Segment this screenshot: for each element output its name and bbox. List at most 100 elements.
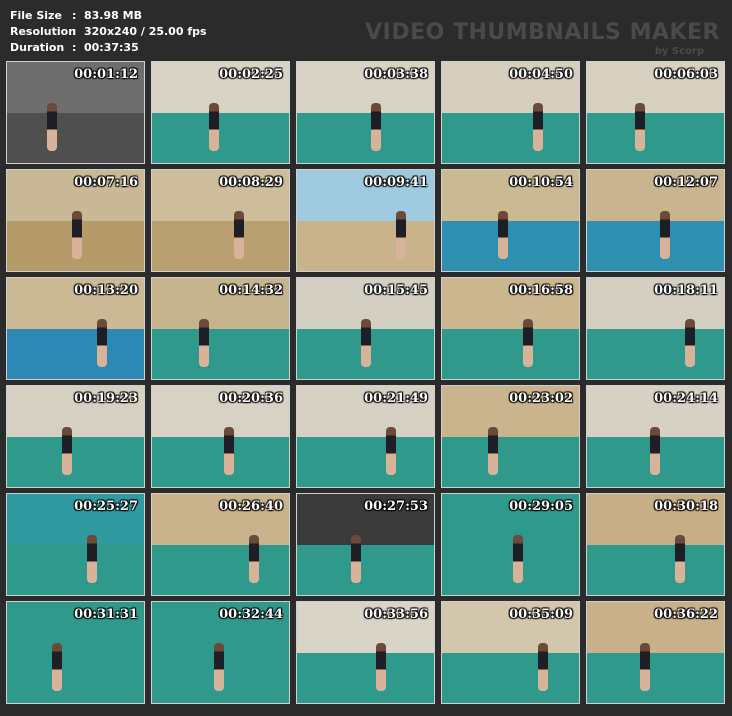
video-thumbnail[interactable]: 00:25:27	[6, 493, 145, 596]
person-figure	[498, 211, 508, 259]
video-thumbnail[interactable]: 00:08:29	[151, 169, 290, 272]
video-thumbnail[interactable]: 00:31:31	[6, 601, 145, 704]
thumbnail-timestamp: 00:15:45	[364, 283, 428, 298]
video-thumbnail[interactable]: 00:30:18	[586, 493, 725, 596]
person-figure	[62, 427, 72, 475]
video-thumbnail[interactable]: 00:35:09	[441, 601, 580, 704]
thumbnail-floor	[587, 652, 724, 703]
thumbnail-timestamp: 00:21:49	[364, 391, 428, 406]
video-thumbnail[interactable]: 00:32:44	[151, 601, 290, 704]
video-thumbnail[interactable]: 00:02:25	[151, 61, 290, 164]
video-thumbnail[interactable]: 00:24:14	[586, 385, 725, 488]
thumbnail-timestamp: 00:06:03	[654, 67, 718, 82]
thumbnail-floor	[7, 436, 144, 487]
video-thumbnail[interactable]: 00:14:32	[151, 277, 290, 380]
video-thumbnail[interactable]: 00:20:36	[151, 385, 290, 488]
person-figure	[47, 103, 57, 151]
person-figure	[72, 211, 82, 259]
person-figure	[234, 211, 244, 259]
person-figure	[351, 535, 361, 583]
thumbnail-timestamp: 00:16:58	[509, 283, 573, 298]
video-thumbnail[interactable]: 00:16:58	[441, 277, 580, 380]
person-figure	[538, 643, 548, 691]
thumbnail-floor	[152, 328, 289, 379]
person-figure	[199, 319, 209, 367]
thumbnail-timestamp: 00:18:11	[654, 283, 718, 298]
thumbnail-floor	[442, 436, 579, 487]
thumbnail-grid: 00:01:12 00:02:25 00:03:38 00:04:50 00:06:03…	[6, 61, 725, 704]
video-thumbnail[interactable]: 00:12:07	[586, 169, 725, 272]
person-figure	[513, 535, 523, 583]
person-figure	[209, 103, 219, 151]
thumbnail-timestamp: 00:07:16	[74, 175, 138, 190]
video-thumbnail[interactable]: 00:06:03	[586, 61, 725, 164]
thumbnail-floor	[442, 652, 579, 703]
video-thumbnail[interactable]: 00:19:23	[6, 385, 145, 488]
person-figure	[640, 643, 650, 691]
thumbnail-floor	[297, 652, 434, 703]
thumbnail-timestamp: 00:02:25	[219, 67, 283, 82]
thumbnail-floor	[7, 112, 144, 163]
thumbnail-timestamp: 00:32:44	[219, 607, 283, 622]
thumbnail-floor	[152, 436, 289, 487]
thumbnail-timestamp: 00:33:56	[364, 607, 428, 622]
person-figure	[371, 103, 381, 151]
person-figure	[376, 643, 386, 691]
thumbnail-floor	[152, 220, 289, 271]
resolution-label: Resolution	[10, 25, 77, 38]
person-figure	[361, 319, 371, 367]
video-thumbnail[interactable]: 00:09:41	[296, 169, 435, 272]
thumbnail-floor	[7, 328, 144, 379]
person-figure	[52, 643, 62, 691]
thumbnail-floor	[442, 112, 579, 163]
video-thumbnail[interactable]: 00:21:49	[296, 385, 435, 488]
video-thumbnail[interactable]: 00:07:16	[6, 169, 145, 272]
video-thumbnail[interactable]: 00:26:40	[151, 493, 290, 596]
person-figure	[533, 103, 543, 151]
duration-row: Duration : 00:37:35	[10, 40, 207, 56]
video-thumbnail[interactable]: 00:01:12	[6, 61, 145, 164]
video-thumbnail[interactable]: 00:36:22	[586, 601, 725, 704]
video-thumbnail[interactable]: 00:15:45	[296, 277, 435, 380]
watermark-subtitle: by Scorp	[654, 46, 704, 57]
thumbnail-floor	[587, 220, 724, 271]
video-thumbnail[interactable]: 00:33:56	[296, 601, 435, 704]
person-figure	[396, 211, 406, 259]
thumbnail-timestamp: 00:10:54	[509, 175, 573, 190]
thumbnail-timestamp: 00:13:20	[74, 283, 138, 298]
person-figure	[97, 319, 107, 367]
file-info-panel: File Size : 83.98 MB Resolution : 320x24…	[10, 8, 207, 56]
colon: :	[72, 41, 77, 54]
watermark-title: VIDEO THUMBNAILS MAKER	[365, 20, 720, 45]
video-thumbnail[interactable]: 00:29:05	[441, 493, 580, 596]
video-thumbnail[interactable]: 00:10:54	[441, 169, 580, 272]
person-figure	[488, 427, 498, 475]
thumbnail-timestamp: 00:20:36	[219, 391, 283, 406]
person-figure	[224, 427, 234, 475]
file-size-value: 83.98 MB	[84, 9, 142, 22]
file-size-row: File Size : 83.98 MB	[10, 8, 207, 24]
colon: :	[72, 9, 77, 22]
thumbnail-timestamp: 00:09:41	[364, 175, 428, 190]
video-thumbnail[interactable]: 00:13:20	[6, 277, 145, 380]
video-thumbnail[interactable]: 00:23:02	[441, 385, 580, 488]
thumbnail-floor	[7, 652, 144, 703]
thumbnail-timestamp: 00:03:38	[364, 67, 428, 82]
thumbnail-timestamp: 00:24:14	[654, 391, 718, 406]
person-figure	[685, 319, 695, 367]
video-thumbnail[interactable]: 00:18:11	[586, 277, 725, 380]
video-thumbnail[interactable]: 00:27:53	[296, 493, 435, 596]
video-thumbnail[interactable]: 00:03:38	[296, 61, 435, 164]
thumbnail-floor	[587, 544, 724, 595]
resolution-value: 320x240 / 25.00 fps	[84, 25, 207, 38]
thumbnail-floor	[587, 328, 724, 379]
thumbnail-timestamp: 00:19:23	[74, 391, 138, 406]
resolution-row: Resolution : 320x240 / 25.00 fps	[10, 24, 207, 40]
video-thumbnail[interactable]: 00:04:50	[441, 61, 580, 164]
colon: :	[72, 25, 77, 38]
thumbnail-floor	[297, 436, 434, 487]
thumbnail-floor	[587, 112, 724, 163]
thumbnail-timestamp: 00:08:29	[219, 175, 283, 190]
person-figure	[249, 535, 259, 583]
thumbnail-timestamp: 00:12:07	[654, 175, 718, 190]
